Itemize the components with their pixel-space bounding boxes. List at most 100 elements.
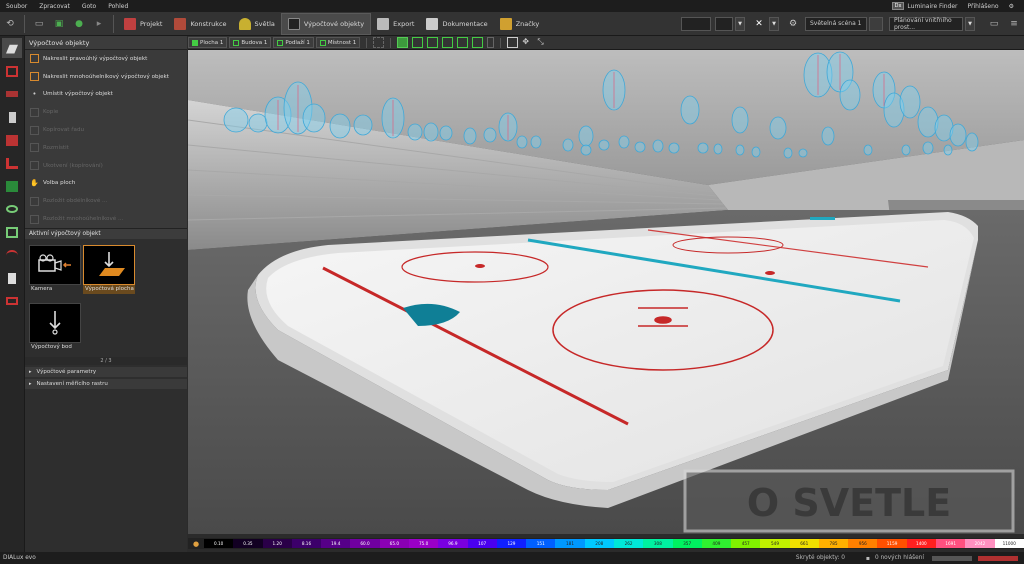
luminaire-finder-badge-icon[interactable]: Dx (891, 2, 905, 10)
rail-furniture[interactable] (2, 84, 22, 104)
rail-doc[interactable] (2, 268, 22, 288)
rail-eye[interactable] (2, 199, 22, 219)
planning-view-select[interactable]: Plánování vnitřního prost... (889, 16, 963, 31)
tab-vypoctove-objekty[interactable]: Výpočtové objekty (280, 12, 372, 35)
crumb-budova[interactable]: Budova 1 (229, 37, 272, 48)
place-icon: • (32, 90, 37, 99)
layout-icon[interactable]: ▭ (987, 17, 1001, 31)
toggle-icon[interactable]: ≡ (1007, 17, 1021, 31)
far-goal (810, 217, 835, 220)
calculation-bar (978, 555, 1018, 561)
left-icon-rail (0, 36, 25, 552)
back-icon[interactable]: ⟲ (3, 17, 17, 31)
view-side-icon[interactable] (442, 37, 454, 48)
scale-segment: 151 (526, 539, 556, 548)
rail-plane[interactable] (2, 153, 22, 173)
scale-settings-icon[interactable]: ● (191, 539, 201, 549)
rail-curve[interactable] (2, 245, 22, 265)
view-more-icon[interactable] (487, 37, 495, 48)
menu-zpracovat[interactable]: Zpracovat (33, 3, 76, 10)
scale-segment: 1.20 (262, 539, 292, 548)
scale-segment: 60.0 (350, 539, 380, 548)
object-calc-point[interactable]: Výpočtový bod (29, 302, 81, 352)
view-top-icon[interactable] (412, 37, 424, 48)
rail-snap[interactable] (2, 222, 22, 242)
export-icon (377, 17, 390, 30)
floor-icon (277, 39, 284, 46)
object-camera[interactable]: Kamera (29, 244, 81, 294)
light-scene-select[interactable]: Světelná scéna 1 (805, 16, 867, 31)
select-tool-icon[interactable] (507, 37, 519, 48)
tab-projekt[interactable]: Projekt (118, 13, 168, 35)
tab-dokumentace[interactable]: Dokumentace (420, 13, 493, 35)
tab-projekt-label: Projekt (140, 19, 163, 28)
chevron-down-icon[interactable]: ▼ (769, 16, 779, 31)
crumb-label: Podlaží 1 (285, 39, 310, 46)
view-front-icon[interactable] (427, 37, 439, 48)
close-icon[interactable]: ✕ (752, 17, 766, 31)
project-icon (124, 17, 136, 30)
building-icon (233, 39, 240, 46)
redo-icon[interactable]: ▸ (92, 17, 106, 31)
rail-room[interactable] (2, 61, 22, 81)
scale-segment: 308 (643, 539, 673, 548)
tab-svetla[interactable]: Světla (233, 13, 281, 35)
section-grid-settings[interactable]: ▸ Nastavení měřícího rastru (25, 378, 187, 389)
settings-icon[interactable]: ⚙ (1009, 3, 1014, 10)
messages-link[interactable]: 0 nových hlášení (875, 555, 924, 561)
view-iso-icon[interactable] (472, 37, 484, 48)
watermark: O SVETLE (683, 469, 1015, 533)
action-draw-rect[interactable]: Nakreslit pravoúhlý výpočtový objekt (25, 50, 187, 68)
action-place-object[interactable]: • Umístit výpočtový objekt (25, 86, 187, 104)
crumb-mistnost[interactable]: Místnost 1 (315, 37, 361, 48)
luminaire-finder-link[interactable]: Luminaire Finder (907, 3, 957, 10)
move-tool-icon[interactable]: ✥ (522, 37, 533, 48)
calc-objects-icon (6, 44, 18, 54)
trash-icon[interactable]: ▪ (864, 554, 872, 562)
action-label: Nakreslit mnohoúhelníkový výpočtový obje… (43, 73, 169, 80)
active-objects-grid: Kamera Výpočtová plocha Výpočtový bod (25, 238, 187, 357)
scale-segment: 96.9 (438, 539, 468, 548)
rail-box[interactable] (2, 130, 22, 150)
app-brand: DIALux evo (3, 555, 36, 561)
rail-emergency[interactable] (2, 176, 22, 196)
rink-scene: O SVETLE (188, 50, 1024, 534)
3d-viewport[interactable]: O SVETLE (188, 50, 1024, 534)
rail-frame[interactable] (2, 291, 22, 311)
action-select-surfaces[interactable]: ✋ Volba ploch (25, 175, 187, 193)
chevron-down-icon[interactable]: ▼ (735, 16, 745, 31)
main-toolbar: ⟲ ▭ ▣ ● ▸ Projekt Konstrukce Světla Výpo… (0, 12, 1024, 36)
chevron-down-icon[interactable]: ▼ (965, 16, 975, 31)
menu-goto[interactable]: Goto (76, 3, 102, 10)
disabled-stepper (715, 16, 733, 31)
menu-pohled[interactable]: Pohled (102, 3, 134, 10)
rail-column[interactable] (2, 107, 22, 127)
hidden-objects-count[interactable]: Skryté objekty: 0 (796, 555, 845, 561)
new-file-icon[interactable]: ▭ (32, 17, 46, 31)
section-calc-params[interactable]: ▸ Výpočtové parametry (25, 366, 187, 377)
scale-segment: 8.16 (291, 539, 322, 548)
crumb-podlazi[interactable]: Podlaží 1 (273, 37, 314, 48)
undo-icon[interactable]: ● (72, 17, 86, 31)
panel-scroll-indicator[interactable]: 2 / 3 (25, 356, 187, 365)
pan-tool-icon[interactable]: ⤡ (537, 37, 548, 48)
documentation-icon (426, 17, 439, 30)
tab-export[interactable]: Export (371, 13, 420, 35)
dimension-icon[interactable] (373, 37, 385, 48)
view-3d-icon[interactable] (397, 37, 409, 48)
view-back-icon[interactable] (457, 37, 469, 48)
chevron-down-icon[interactable] (869, 16, 883, 31)
object-calc-surface[interactable]: Výpočtová plocha (83, 244, 135, 294)
gear-icon[interactable]: ⚙ (786, 17, 800, 31)
menu-soubor[interactable]: Soubor (0, 3, 33, 10)
rail-calc-objects[interactable] (2, 38, 22, 58)
scale-segment: 1159 (877, 539, 907, 548)
login-menu[interactable]: Přihlášeno (968, 3, 999, 10)
box-icon (6, 134, 18, 146)
action-draw-polygon[interactable]: Nakreslit mnohoúhelníkový výpočtový obje… (25, 68, 187, 86)
tab-konstrukce[interactable]: Konstrukce (168, 13, 232, 35)
save-icon[interactable]: ▣ (52, 17, 66, 31)
crumb-plocha[interactable]: Plocha 1 (188, 37, 228, 48)
tab-znacky[interactable]: Značky (494, 13, 546, 35)
crumb-label: Plocha 1 (200, 39, 224, 46)
